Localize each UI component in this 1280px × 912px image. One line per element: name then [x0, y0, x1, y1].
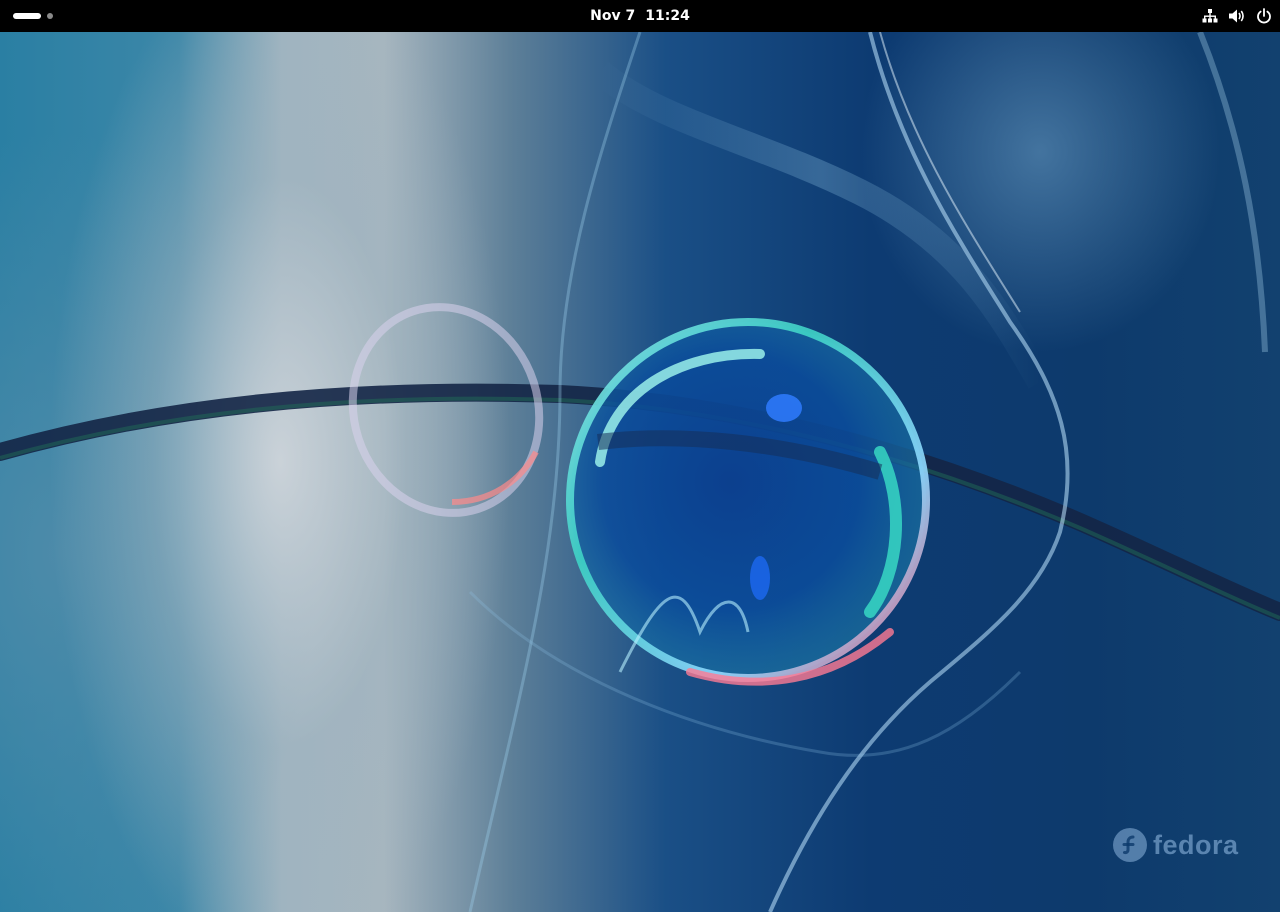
- top-bar: Nov 7 11:24: [0, 0, 1280, 32]
- clock-button[interactable]: Nov 7 11:24: [560, 4, 720, 28]
- fedora-wordmark: fedora: [1153, 829, 1239, 860]
- volume-icon: [1228, 8, 1246, 24]
- fedora-infinity-icon: [1113, 828, 1147, 862]
- clock-time: 11:24: [645, 8, 690, 24]
- desktop-background[interactable]: fedora: [0, 32, 1280, 912]
- power-icon: [1256, 8, 1272, 24]
- network-wired-icon: [1202, 8, 1218, 24]
- inactive-workspace-indicator: [47, 13, 53, 19]
- clock-date: Nov 7: [590, 8, 636, 24]
- system-menu-button[interactable]: [1202, 4, 1272, 28]
- wallpaper-artwork: [0, 32, 1280, 912]
- activities-button[interactable]: [8, 7, 60, 25]
- active-workspace-indicator: [13, 13, 41, 19]
- fedora-logo: fedora: [1113, 828, 1239, 862]
